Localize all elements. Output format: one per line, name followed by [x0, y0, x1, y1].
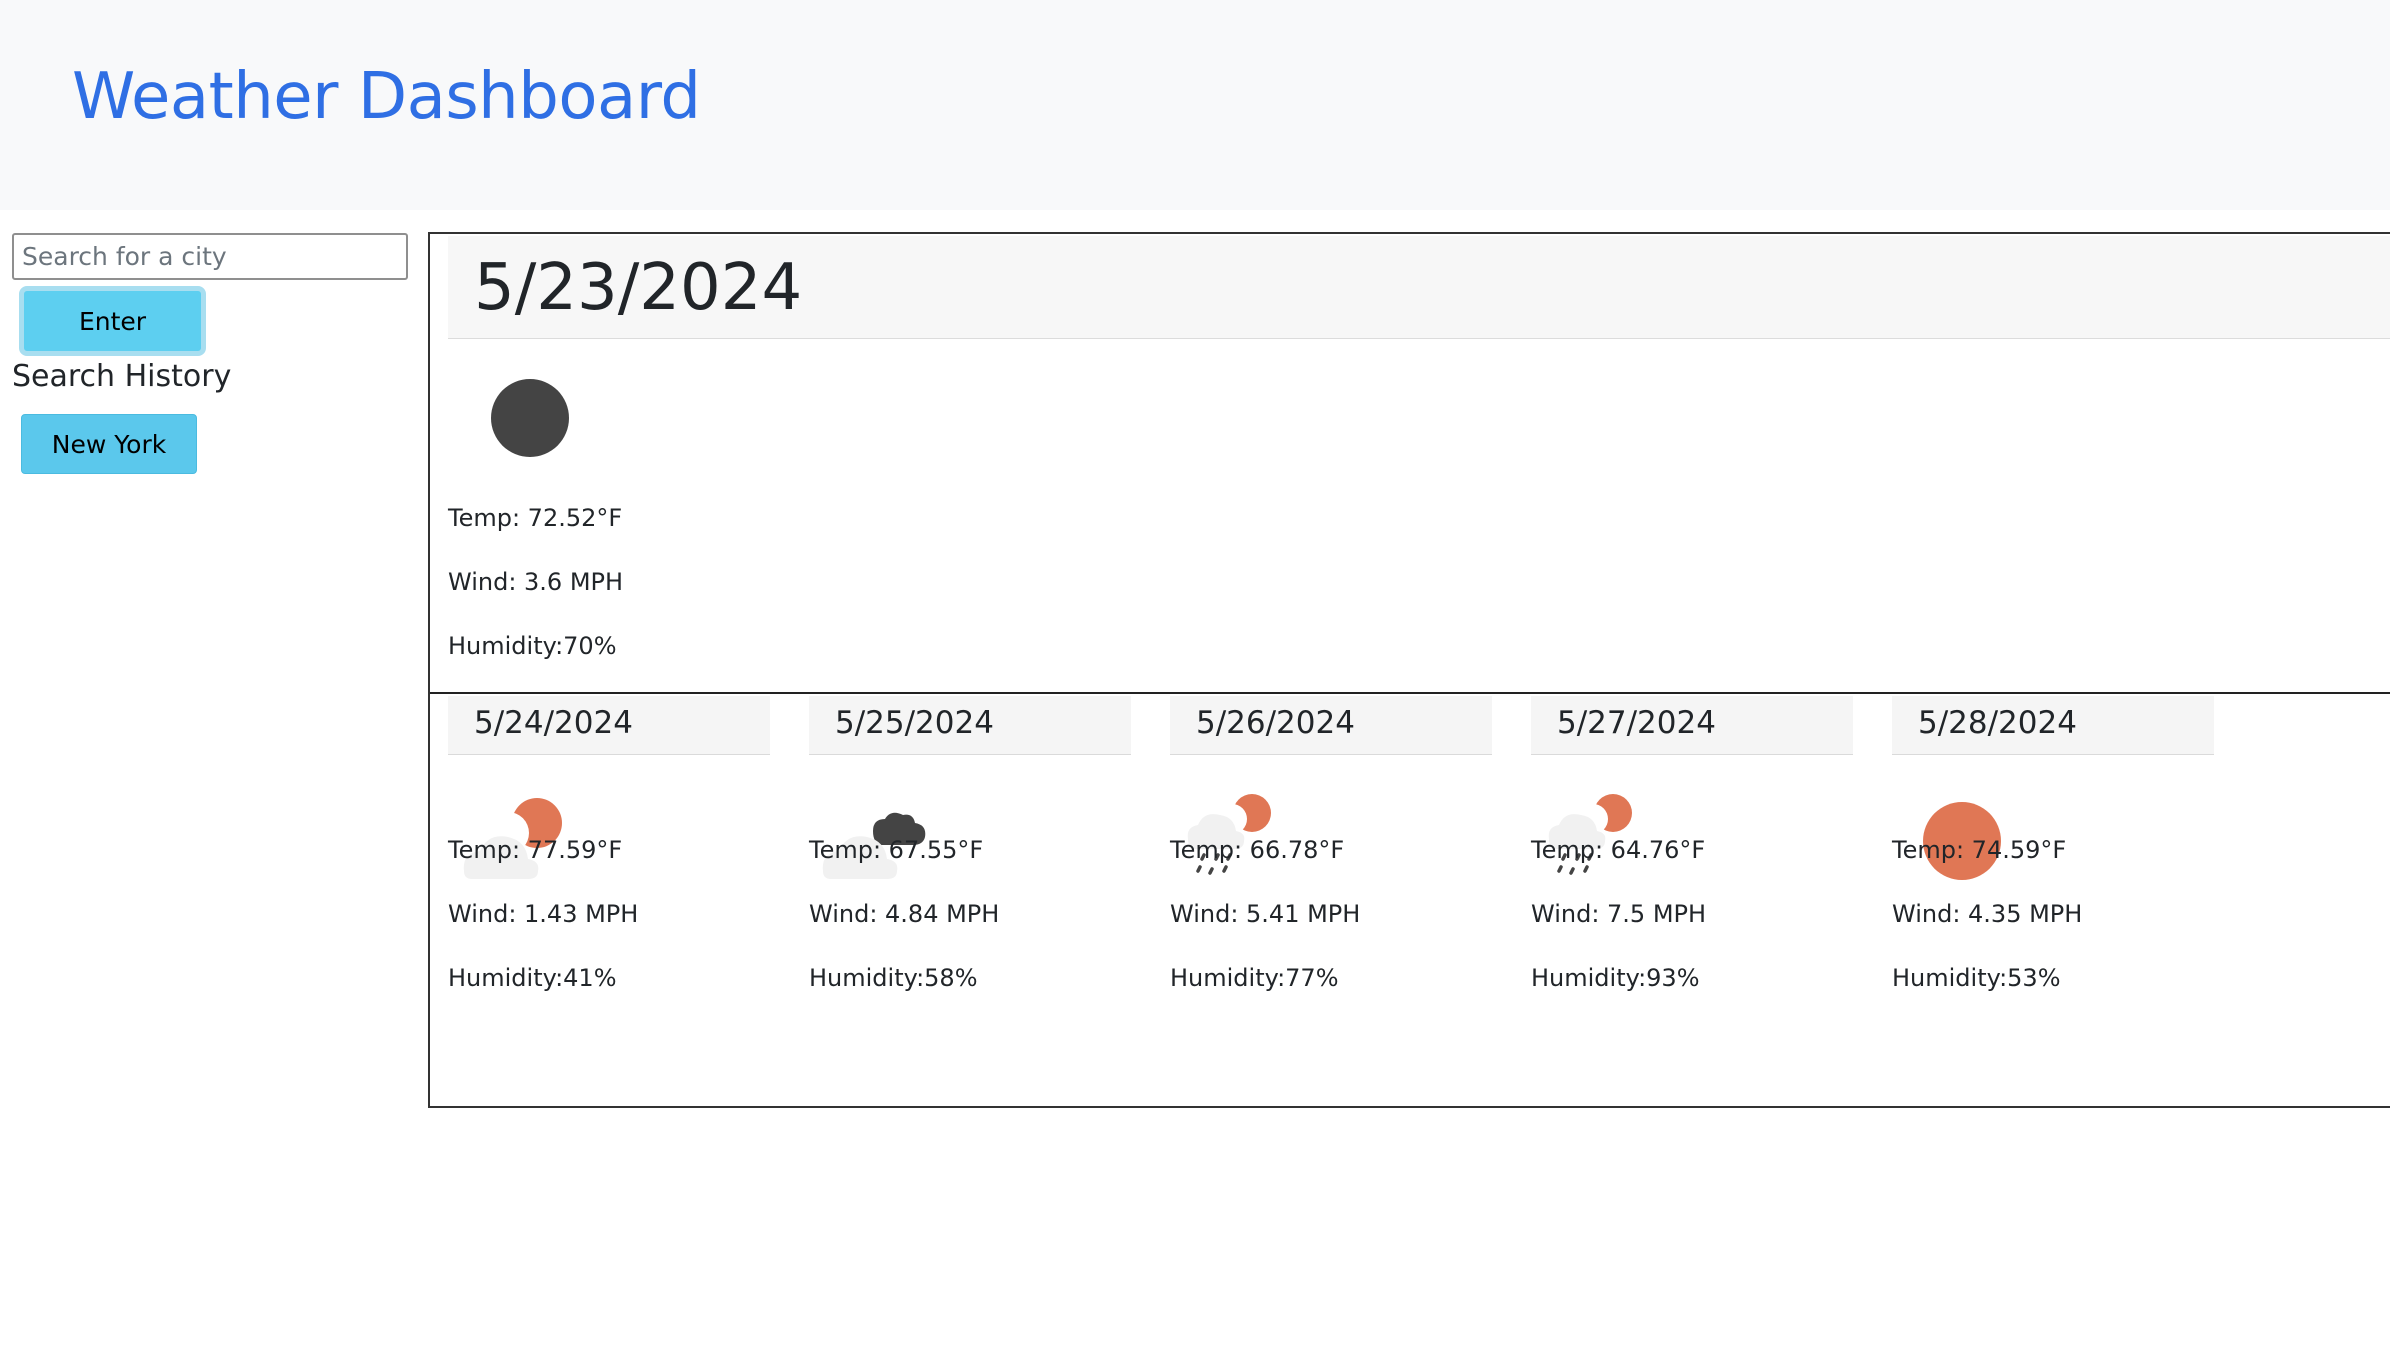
current-weather: 5/23/2024 Temp: 72.52°F Wind: 3.6 MPH Hu…	[430, 234, 2390, 694]
forecast-date: 5/27/2024	[1557, 705, 1716, 741]
forecast-humidity: Humidity:41%	[448, 964, 617, 992]
forecast-card: 5/25/2024 Temp: 67.55°F Wind: 4.84 MPH H…	[791, 696, 1131, 1096]
forecast-humidity: Humidity:58%	[809, 964, 978, 992]
forecast-temp: Temp: 64.76°F	[1531, 836, 1706, 864]
forecast-card: 5/26/2024 Temp: 66.78°F Wind: 5.41 MPH H…	[1152, 696, 1492, 1096]
current-temp: Temp: 72.52°F	[448, 504, 623, 532]
search-history-title: Search History	[12, 359, 232, 394]
forecast-humidity: Humidity:77%	[1170, 964, 1339, 992]
moon-icon	[491, 379, 569, 457]
forecast-date-header: 5/26/2024	[1170, 696, 1492, 755]
forecast-temp: Temp: 67.55°F	[809, 836, 984, 864]
forecast-card: 5/24/2024 Temp: 77.59°F Wind: 1.43 MPH H…	[430, 696, 770, 1096]
forecast-date-header: 5/27/2024	[1531, 696, 1853, 755]
forecast-temp: Temp: 74.59°F	[1892, 836, 2067, 864]
forecast-temp: Temp: 77.59°F	[448, 836, 623, 864]
forecast-date-header: 5/25/2024	[809, 696, 1131, 755]
forecast-temp: Temp: 66.78°F	[1170, 836, 1345, 864]
current-date-header: 5/23/2024	[448, 236, 2390, 339]
forecast-date: 5/28/2024	[1918, 705, 2077, 741]
forecast-wind: Wind: 7.5 MPH	[1531, 900, 1707, 928]
forecast-date-header: 5/28/2024	[1892, 696, 2214, 755]
forecast-humidity: Humidity:93%	[1531, 964, 1700, 992]
current-humidity: Humidity:70%	[448, 632, 617, 660]
current-date: 5/23/2024	[474, 251, 803, 325]
forecast-date: 5/24/2024	[474, 705, 633, 741]
forecast-card: 5/28/2024 Temp: 74.59°F Wind: 4.35 MPH H…	[1874, 696, 2214, 1096]
history-item-new-york[interactable]: New York	[21, 414, 197, 474]
forecast-wind: Wind: 4.35 MPH	[1892, 900, 2083, 928]
forecast-wind: Wind: 1.43 MPH	[448, 900, 639, 928]
header-bar: Weather Dashboard	[0, 0, 2390, 210]
forecast-wind: Wind: 5.41 MPH	[1170, 900, 1361, 928]
search-input[interactable]	[12, 233, 408, 280]
forecast-card: 5/27/2024 Temp: 64.76°F Wind: 7.5 MPH Hu…	[1513, 696, 1853, 1096]
current-wind: Wind: 3.6 MPH	[448, 568, 624, 596]
forecast-date-header: 5/24/2024	[448, 696, 770, 755]
forecast-humidity: Humidity:53%	[1892, 964, 2061, 992]
weather-panel: 5/23/2024 Temp: 72.52°F Wind: 3.6 MPH Hu…	[428, 232, 2390, 1108]
page-title: Weather Dashboard	[72, 60, 701, 134]
enter-button[interactable]: Enter	[19, 286, 206, 356]
forecast-date: 5/26/2024	[1196, 705, 1355, 741]
forecast-wind: Wind: 4.84 MPH	[809, 900, 1000, 928]
forecast-date: 5/25/2024	[835, 705, 994, 741]
